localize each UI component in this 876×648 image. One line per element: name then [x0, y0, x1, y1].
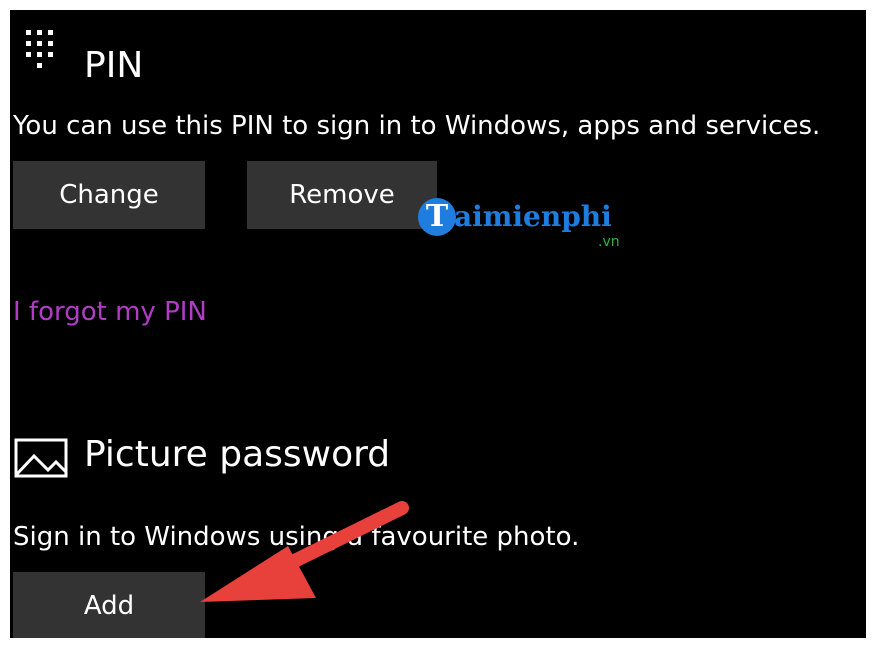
add-picture-password-button[interactable]: Add — [13, 572, 205, 638]
change-pin-button[interactable]: Change — [13, 161, 205, 229]
picture-password-title: Picture password — [84, 434, 391, 475]
watermark-suffix: .vn — [598, 234, 620, 250]
pin-title: PIN — [84, 45, 144, 86]
taimienphi-watermark: T aimienphi .vn — [418, 198, 638, 260]
watermark-initial: T — [418, 198, 456, 236]
remove-pin-label: Remove — [289, 180, 395, 210]
keypad-icon — [24, 28, 58, 80]
pin-description: You can use this PIN to sign in to Windo… — [13, 111, 821, 141]
remove-pin-button[interactable]: Remove — [247, 161, 437, 229]
forgot-pin-link[interactable]: I forgot my PIN — [13, 295, 207, 329]
picture-icon — [14, 438, 70, 484]
watermark-brand: aimienphi — [454, 200, 612, 233]
sign-in-options-panel: PIN You can use this PIN to sign in to W… — [10, 10, 866, 638]
annotation-arrow — [200, 501, 409, 602]
add-label: Add — [83, 591, 135, 621]
change-pin-label: Change — [59, 180, 159, 210]
